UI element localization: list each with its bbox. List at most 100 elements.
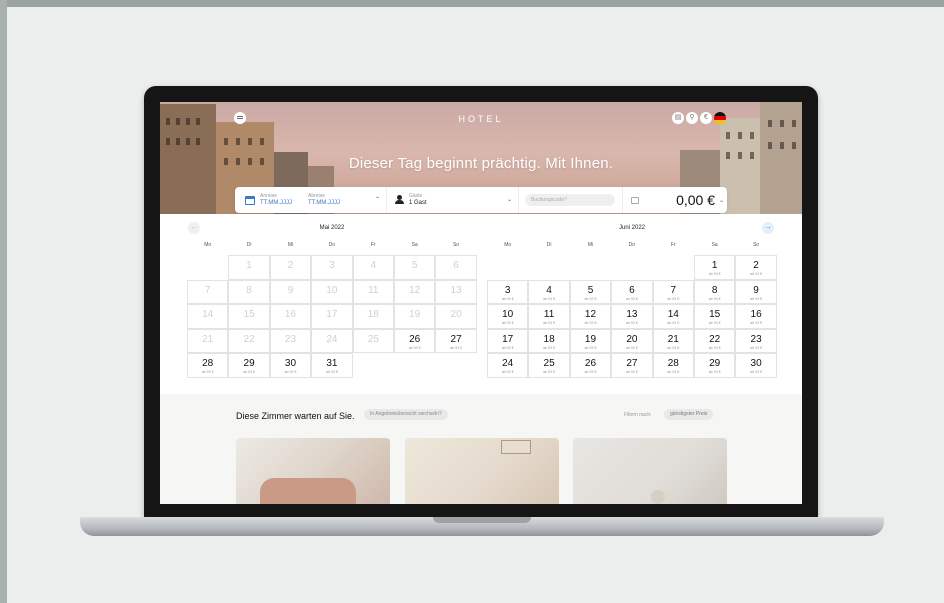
calendar-day[interactable]: 4 ab 93 €: [528, 279, 570, 305]
calendar-day[interactable]: 2 ab 93 €: [735, 255, 777, 280]
day-price: ab 93 €: [325, 370, 338, 375]
calendar-day[interactable]: 5 ab 93 €: [569, 279, 612, 305]
calendar-day[interactable]: 29 ab 93 €: [228, 353, 270, 378]
cart-summary[interactable]: 0,00 € ⌄: [623, 187, 727, 213]
day-number: 25: [543, 358, 555, 370]
calendar-day[interactable]: 10 ab 93 €: [487, 304, 529, 329]
day-number: 7: [204, 284, 211, 296]
day-number: 5: [587, 284, 594, 296]
weekday-label: Di: [246, 242, 252, 248]
euro-icon[interactable]: €: [700, 112, 712, 124]
calendar-day[interactable]: 18 ab 93 €: [528, 328, 570, 354]
laptop-screen: HOTEL ▤ ⚲ € Dieser Tag beginnt prächtig.…: [160, 102, 802, 504]
calendar-day[interactable]: 26 ab 93 €: [394, 328, 436, 354]
booking-code-input[interactable]: Buchungscode?: [525, 194, 615, 206]
calendar-day[interactable]: 13 ab 93 €: [611, 304, 653, 329]
calendar-icon[interactable]: ▤: [672, 112, 684, 124]
laptop-base-notch: [433, 517, 531, 523]
day-number: 20: [450, 309, 462, 321]
room-card[interactable]: [236, 438, 390, 504]
weekday-label: Mi: [587, 242, 594, 248]
day-number: 25: [367, 333, 379, 345]
chevron-down-icon[interactable]: ⌄: [507, 196, 512, 203]
weekday-label: So: [452, 242, 460, 248]
calendar-day[interactable]: 9 ab 93 €: [735, 279, 777, 305]
day-price: ab 93 €: [708, 321, 721, 326]
calendar-day[interactable]: 12 ab 93 €: [569, 304, 612, 329]
calendar-day[interactable]: 8 ab 93 €: [694, 279, 736, 305]
guests-selector[interactable]: Gäste 1 Gast ⌄: [387, 187, 519, 213]
calendar-day[interactable]: 11 ab 93 €: [528, 304, 570, 329]
calendar-day[interactable]: 1 ab 93 €: [694, 255, 736, 280]
weekday-label: Mo: [204, 242, 212, 248]
room-card[interactable]: [573, 438, 727, 504]
chevron-up-icon[interactable]: ⌃: [375, 196, 380, 203]
calendar-day[interactable]: 16 ab 93 €: [735, 304, 777, 329]
day-number: 30: [284, 358, 297, 370]
day-number: 15: [709, 309, 721, 321]
booking-bar: Anreise TT.MM.JJJJ Abreise TT.MM.JJJJ ⌃ …: [235, 187, 727, 213]
calendar-day[interactable]: 31 ab 93 €: [311, 353, 353, 378]
calendar-day[interactable]: 27 ab 93 €: [611, 353, 653, 378]
day-number: 11: [543, 309, 555, 321]
calendar-day[interactable]: 15 ab 93 €: [694, 304, 736, 329]
calendar-day: 6: [435, 255, 477, 280]
day-number: 20: [626, 333, 638, 345]
day-number: 22: [243, 333, 255, 345]
calendar-day: 25: [352, 328, 394, 354]
month-title: Mai 2022: [319, 225, 345, 231]
day-number: 9: [287, 284, 294, 296]
filter-select[interactable]: günstigster Preis: [664, 409, 714, 420]
calendar-day[interactable]: 30 ab 93 €: [269, 353, 312, 378]
day-price: ab 93 €: [584, 296, 597, 301]
calendar-day[interactable]: 21 ab 93 €: [652, 328, 694, 354]
day-number: 10: [502, 309, 514, 321]
day-price: ab 93 €: [543, 370, 556, 375]
calendar-day[interactable]: 6 ab 93 €: [611, 279, 653, 305]
overview-switch-button[interactable]: In Angebotsübersicht wechseln?: [364, 409, 448, 420]
day-number: 21: [667, 333, 679, 345]
calendar-day[interactable]: 30 ab 93 €: [735, 353, 777, 378]
day-number: 28: [667, 358, 679, 370]
location-pin-icon[interactable]: ⚲: [686, 112, 698, 124]
day-number: 1: [711, 260, 718, 271]
day-number: 24: [326, 333, 338, 345]
day-number: 2: [287, 260, 294, 271]
calendar-day: 8: [228, 279, 270, 305]
calendar-day[interactable]: 27 ab 93 €: [435, 328, 477, 354]
calendar-day: 17: [311, 304, 353, 329]
calendar-day[interactable]: 29 ab 93 €: [694, 353, 736, 378]
calendar-day[interactable]: 28 ab 93 €: [652, 353, 694, 378]
day-price: ab 93 €: [584, 321, 597, 326]
calendar-day[interactable]: 20 ab 93 €: [611, 328, 653, 354]
day-price: ab 93 €: [543, 296, 556, 301]
calendar-day[interactable]: 14 ab 93 €: [652, 304, 694, 329]
day-number: 17: [326, 309, 338, 321]
chevron-down-icon[interactable]: ⌄: [719, 197, 724, 204]
calendar-day[interactable]: 17 ab 93 €: [487, 328, 529, 354]
day-price: ab 93 €: [625, 370, 638, 375]
date-selector[interactable]: Anreise TT.MM.JJJJ Abreise TT.MM.JJJJ ⌃: [235, 187, 387, 213]
departure-field[interactable]: Abreise TT.MM.JJJJ: [308, 193, 340, 207]
calendar-day[interactable]: 23 ab 93 €: [735, 328, 777, 354]
day-price: ab 93 €: [408, 345, 421, 350]
calendar-day[interactable]: 7 ab 93 €: [652, 279, 694, 305]
calendar-day: 9: [269, 279, 312, 305]
calendar-day[interactable]: 24 ab 93 €: [487, 353, 529, 378]
calendar-day[interactable]: 28 ab 93 €: [187, 353, 229, 378]
day-number: 10: [326, 284, 338, 296]
day-price: ab 93 €: [708, 370, 721, 375]
day-number: 27: [450, 333, 462, 345]
arrival-field[interactable]: Anreise TT.MM.JJJJ: [260, 193, 292, 207]
calendar-day[interactable]: 3 ab 93 €: [487, 279, 529, 305]
day-number: 17: [502, 333, 514, 345]
calendar-day[interactable]: 22 ab 93 €: [694, 328, 736, 354]
total-price: 0,00 €: [676, 192, 715, 208]
calendar-day[interactable]: 25 ab 93 €: [528, 353, 570, 378]
room-image: [501, 440, 531, 454]
room-card[interactable]: [405, 438, 559, 504]
calendar-day[interactable]: 19 ab 93 €: [569, 328, 612, 354]
calendar-day[interactable]: 26 ab 93 €: [569, 353, 612, 378]
day-number: 28: [202, 358, 214, 370]
flag-de-icon[interactable]: [714, 112, 726, 124]
